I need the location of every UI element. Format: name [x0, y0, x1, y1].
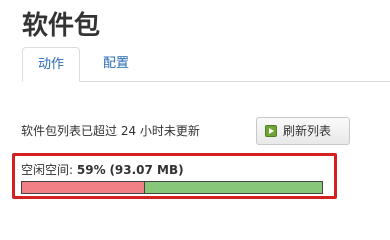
free-space-size: (93.07 MB)	[109, 163, 184, 177]
tab-actions[interactable]: 动作	[22, 47, 80, 82]
free-space-segment	[145, 182, 322, 193]
package-list-status: 软件包列表已超过 24 小时未更新	[21, 124, 200, 138]
refresh-icon	[265, 125, 277, 137]
free-space-text: 空闲空间: 59% (93.07 MB)	[21, 161, 184, 179]
used-space-segment	[22, 182, 145, 193]
refresh-list-label: 刷新列表	[283, 124, 332, 138]
free-space-bar	[21, 181, 323, 194]
refresh-list-button[interactable]: 刷新列表	[256, 117, 350, 145]
free-space-label: 空闲空间:	[21, 163, 74, 177]
tab-bar: 动作 配置	[22, 47, 390, 82]
page-title: 软件包	[22, 11, 101, 41]
tab-configuration[interactable]: 配置	[96, 47, 136, 81]
free-space-percent: 59%	[76, 163, 106, 177]
